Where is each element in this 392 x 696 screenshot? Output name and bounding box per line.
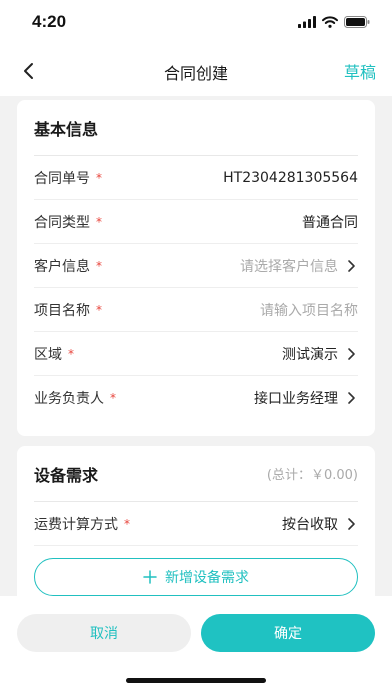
- draft-button[interactable]: 草稿: [344, 59, 376, 83]
- freight-method-label: 运费计算方式: [34, 516, 118, 533]
- business-owner-value[interactable]: 接口业务经理: [254, 388, 338, 408]
- equipment-title: 设备需求: [34, 465, 99, 485]
- add-equipment-label: 新增设备需求: [165, 570, 249, 586]
- bottom-action-bar: 取消 确定: [0, 596, 392, 696]
- business-owner-label: 业务负责人: [34, 391, 104, 407]
- chevron-right-icon: [348, 392, 355, 404]
- equipment-total: (总计：￥0.00): [266, 468, 358, 483]
- wifi-icon: [322, 16, 338, 28]
- signal-icon: [298, 16, 316, 28]
- project-name-label: 项目名称: [34, 302, 90, 319]
- required-mark: *: [68, 346, 74, 361]
- add-equipment-button[interactable]: 新增设备需求: [34, 558, 358, 596]
- project-name-input[interactable]: 请输入项目名称: [260, 300, 358, 320]
- basic-info-title: 基本信息: [34, 119, 99, 139]
- status-bar: 4:20: [0, 0, 392, 46]
- plus-icon: [143, 570, 157, 584]
- chevron-right-icon: [348, 347, 355, 360]
- basic-info-card: 基本信息 合同单号 * HT2304281305564 合同类型 * 普通合同 …: [17, 100, 375, 436]
- freight-method-value[interactable]: 按台收取: [282, 514, 338, 534]
- status-icons: [298, 16, 370, 28]
- region-value[interactable]: 测试演示: [282, 344, 338, 364]
- required-mark: *: [124, 516, 130, 531]
- customer-info-select[interactable]: 请选择客户信息: [240, 256, 338, 276]
- home-indicator: [126, 678, 266, 683]
- chevron-right-icon: [348, 517, 355, 530]
- contract-number-label: 合同单号: [34, 170, 90, 187]
- contract-number-row: 合同单号 * HT2304281305564: [34, 156, 358, 200]
- contract-type-value: 普通合同: [302, 214, 358, 231]
- contract-type-label: 合同类型: [34, 214, 90, 231]
- chevron-right-icon: [348, 259, 355, 272]
- customer-info-row[interactable]: 客户信息 * 请选择客户信息: [34, 244, 358, 288]
- battery-icon: [344, 16, 370, 28]
- cancel-button[interactable]: 取消: [17, 614, 191, 652]
- equipment-card: 设备需求 (总计：￥0.00) 运费计算方式 * 按台收取 新增设备需求: [17, 446, 375, 606]
- freight-method-row[interactable]: 运费计算方式 * 按台收取: [34, 502, 358, 546]
- region-row[interactable]: 区域 * 测试演示: [34, 332, 358, 376]
- page-title: 合同创建: [163, 64, 228, 83]
- required-mark: *: [96, 170, 102, 185]
- contract-type-row: 合同类型 * 普通合同: [34, 200, 358, 244]
- business-owner-row[interactable]: 业务负责人 * 接口业务经理: [34, 376, 358, 420]
- confirm-button[interactable]: 确定: [201, 614, 375, 652]
- contract-number-value: HT2304281305564: [223, 169, 358, 186]
- required-mark: *: [110, 391, 116, 405]
- region-label: 区域: [34, 346, 62, 363]
- status-time: 4:20: [32, 12, 67, 31]
- equipment-header: 设备需求 (总计：￥0.00): [34, 446, 358, 502]
- customer-info-label: 客户信息: [34, 258, 90, 275]
- project-name-row: 项目名称 * 请输入项目名称: [34, 288, 358, 332]
- basic-info-header: 基本信息: [34, 100, 358, 156]
- nav-bar: 合同创建 草稿: [0, 46, 392, 96]
- required-mark: *: [96, 302, 102, 317]
- required-mark: *: [96, 214, 102, 229]
- required-mark: *: [96, 258, 102, 273]
